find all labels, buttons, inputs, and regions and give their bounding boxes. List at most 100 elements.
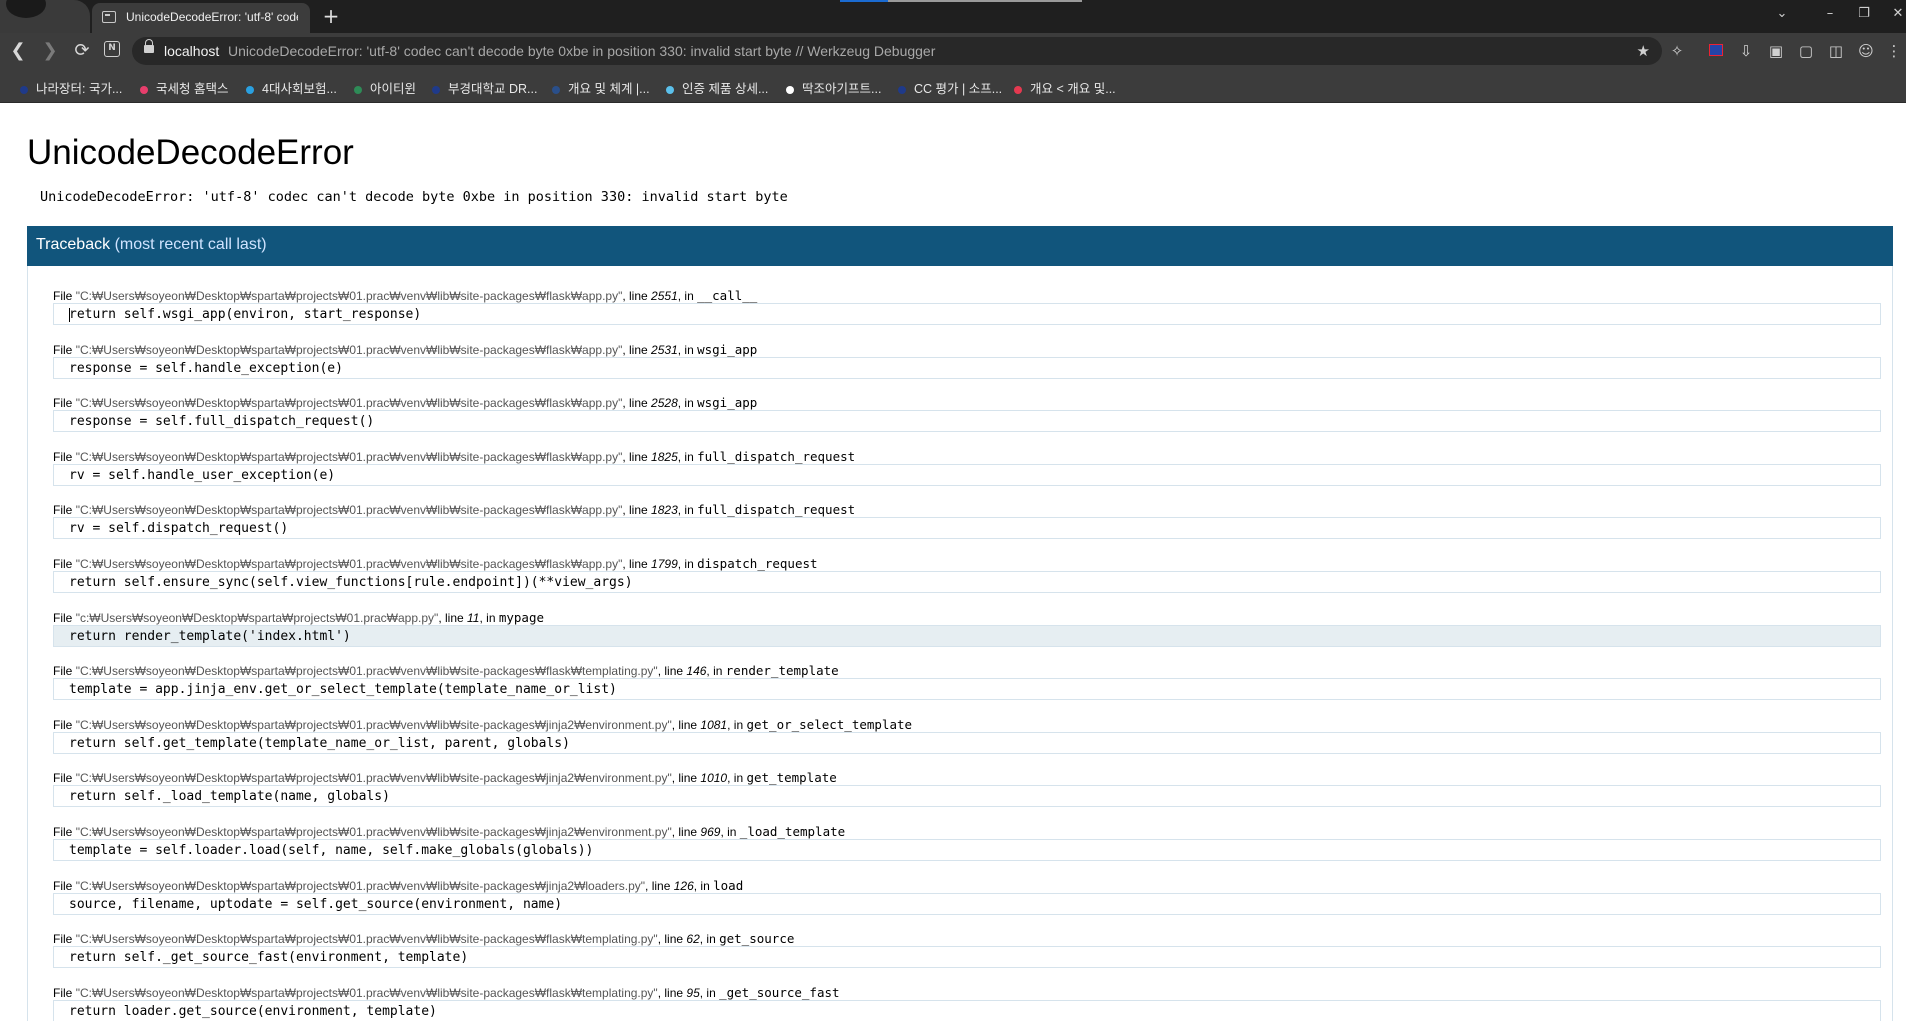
frame-in-prefix: , in	[706, 664, 723, 679]
bookmark-item[interactable]: 국세청 홈택스	[140, 78, 228, 96]
frame-code: template = app.jinja_env.get_or_select_t…	[69, 682, 617, 698]
frame-source-line[interactable]: return self.wsgi_app(environ, start_resp…	[53, 303, 1881, 325]
frame-code: return self._load_template(name, globals…	[69, 789, 390, 805]
frame-line-prefix: , line	[438, 610, 464, 625]
frame-filename: "C:₩Users₩soyeon₩Desktop₩sparta₩projects…	[75, 449, 623, 464]
frame-in-prefix: , in	[677, 503, 694, 518]
profile-avatar[interactable]	[0, 0, 90, 33]
tab-title: UnicodeDecodeError: 'utf-8' codec can't …	[126, 10, 298, 24]
frame-function: mypage	[498, 609, 544, 625]
frame-source-line[interactable]: return self.ensure_sync(self.view_functi…	[53, 571, 1881, 593]
bookmark-item[interactable]: 인증 제품 상세...	[666, 78, 769, 96]
n-extension-icon[interactable]: N	[104, 41, 120, 57]
minimize-button[interactable]: –	[1818, 4, 1842, 24]
bookmark-item[interactable]: 4대사회보험...	[246, 78, 337, 96]
frame-source-line[interactable]: return loader.get_source(environment, te…	[53, 999, 1881, 1021]
bookmark-label: 인증 제품 상세...	[682, 82, 769, 96]
frame-line-number: 1799	[651, 557, 678, 571]
restore-button[interactable]: ❐	[1852, 4, 1876, 24]
frame-source-line[interactable]: response = self.handle_exception(e)	[53, 356, 1881, 379]
bookmark-label: 개요 및 체계 |...	[568, 82, 650, 96]
page-title: UnicodeDecodeError	[27, 133, 354, 172]
frame-source-line[interactable]: return render_template('index.html')	[53, 624, 1881, 647]
frame-function: get_template	[746, 770, 837, 786]
frame-source-line[interactable]: response = self.full_dispatch_request()	[53, 410, 1881, 433]
frame-filename: "C:₩Users₩soyeon₩Desktop₩sparta₩projects…	[75, 717, 672, 732]
download-icon[interactable]: ⇩	[1736, 41, 1756, 61]
bookmark-item[interactable]: 부경대학교 DR...	[432, 78, 537, 96]
back-button[interactable]: ❮	[6, 39, 30, 63]
frame-line-number: 1081	[700, 717, 728, 732]
bookmark-item[interactable]: CC 평가 | 소프...	[898, 78, 1002, 96]
bookmark-label: 아이티윈	[370, 82, 417, 96]
new-tab-button[interactable]: +	[318, 3, 344, 29]
screenshot-icon[interactable]: ▢	[1796, 41, 1816, 61]
frame-source-line[interactable]: rv = self.handle_user_exception(e)	[53, 463, 1881, 486]
address-bar[interactable]: localhost UnicodeDecodeError: 'utf-8' co…	[132, 37, 1662, 65]
frame-in-prefix: , in	[699, 985, 716, 1000]
frame-source-line[interactable]: template = self.loader.load(self, name, …	[53, 839, 1881, 861]
frame-location: File "C:₩Users₩soyeon₩Desktop₩sparta₩pro…	[53, 931, 794, 947]
frame-code: rv = self.handle_user_exception(e)	[69, 467, 336, 483]
frame-code: source, filename, uptodate = self.get_so…	[69, 896, 563, 912]
frame-line-number: 62	[686, 932, 700, 947]
menu-icon[interactable]: ⋮	[1884, 41, 1904, 61]
frame-file-prefix: File	[53, 878, 73, 893]
frame-source-line[interactable]: rv = self.dispatch_request()	[53, 517, 1881, 540]
frame-line-number: 146	[686, 664, 707, 679]
reload-button[interactable]: ⟳	[70, 39, 94, 63]
frame-in-prefix: , in	[677, 557, 694, 571]
frame-source-line[interactable]: return self._load_template(name, globals…	[53, 785, 1881, 808]
browser-tab-active[interactable]: UnicodeDecodeError: 'utf-8' codec can't …	[92, 3, 310, 33]
frame-line-number: 2551	[651, 289, 678, 303]
url-rest: UnicodeDecodeError: 'utf-8' codec can't …	[228, 43, 936, 59]
tab-search-chevron-icon[interactable]: ⌄	[1770, 4, 1794, 24]
frame-location: File "C:₩Users₩soyeon₩Desktop₩sparta₩pro…	[53, 556, 818, 572]
frame-line-prefix: , line	[657, 932, 684, 947]
frame-code: rv = self.dispatch_request()	[69, 521, 289, 537]
frame-source-line[interactable]: return self.get_template(template_name_o…	[53, 731, 1881, 754]
frame-filename: "C:₩Users₩soyeon₩Desktop₩sparta₩projects…	[75, 396, 623, 411]
lock-icon[interactable]	[144, 39, 154, 53]
frame-function: _load_template	[739, 824, 846, 839]
language-flag-icon[interactable]	[1706, 41, 1726, 61]
frame-in-prefix: , in	[727, 771, 744, 786]
bookmark-item[interactable]: 아이티윈	[354, 78, 417, 96]
tab-favicon-icon	[102, 11, 116, 23]
frame-source-line[interactable]: template = app.jinja_env.get_or_select_t…	[53, 678, 1881, 701]
bookmark-item[interactable]: 나라장터: 국가...	[20, 78, 123, 96]
sidebar-icon[interactable]: ◫	[1826, 41, 1846, 61]
frame-source-line[interactable]: source, filename, uptodate = self.get_so…	[53, 892, 1881, 915]
frame-in-prefix: , in	[677, 342, 694, 357]
frame-filename: "C:₩Users₩soyeon₩Desktop₩sparta₩projects…	[75, 289, 623, 303]
account-icon[interactable]: ☺	[1856, 41, 1876, 61]
frame-function: full_dispatch_request	[697, 448, 856, 464]
frame-line-prefix: , line	[622, 503, 648, 518]
frame-line-number: 11	[467, 610, 480, 625]
extensions-puzzle-icon[interactable]: ✧	[1667, 41, 1687, 61]
frame-line-number: 2531	[651, 342, 678, 357]
bookmark-star-icon[interactable]: ★	[1637, 42, 1650, 60]
frame-line-number: 1010	[700, 771, 728, 786]
bookmark-item[interactable]: 개요 및 체계 |...	[552, 78, 650, 96]
frame-line-prefix: , line	[622, 342, 648, 357]
bookmark-item[interactable]: 개요 < 개요 및...	[1014, 78, 1116, 96]
media-icon[interactable]: ▣	[1766, 41, 1786, 61]
bookmark-label: 나라장터: 국가...	[36, 82, 123, 96]
frame-line-prefix: , line	[645, 878, 671, 893]
frame-file-prefix: File	[53, 717, 73, 732]
close-window-button[interactable]: ✕	[1886, 4, 1906, 24]
frame-location: File "C:₩Users₩soyeon₩Desktop₩sparta₩pro…	[53, 878, 743, 894]
frame-file-prefix: File	[53, 396, 73, 411]
frame-function: wsgi_app	[697, 395, 758, 411]
bookmark-item[interactable]: 딱조아기프트...	[786, 78, 881, 96]
frame-in-prefix: , in	[727, 717, 744, 732]
frame-source-line[interactable]: return self._get_source_fast(environment…	[53, 946, 1881, 969]
frame-in-prefix: , in	[677, 289, 694, 303]
forward-button[interactable]: ❯	[38, 39, 62, 63]
frame-location: File "C:₩Users₩soyeon₩Desktop₩sparta₩pro…	[53, 985, 840, 1001]
frame-file-prefix: File	[53, 771, 73, 786]
frame-function: get_or_select_template	[746, 716, 913, 732]
traceback-header: Traceback (most recent call last)	[27, 226, 1893, 266]
frame-line-prefix: , line	[622, 396, 648, 411]
